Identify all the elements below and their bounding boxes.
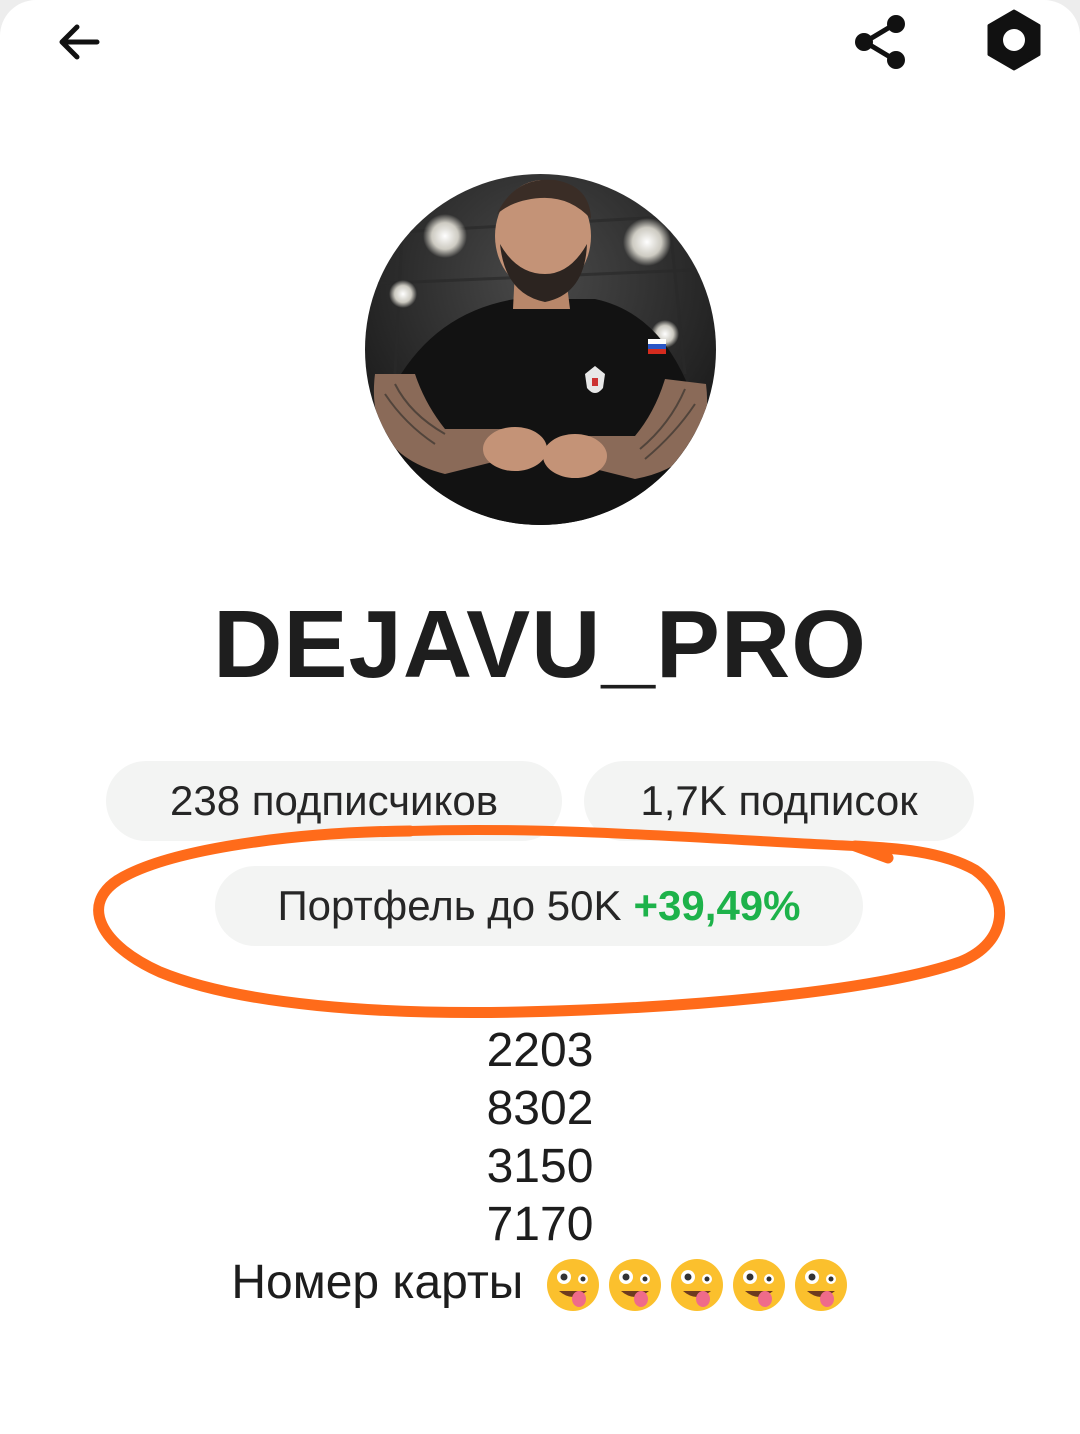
profile-username: DEJAVU_PRO	[213, 591, 867, 698]
settings-button[interactable]	[974, 0, 1054, 80]
bio-card-line: Номер карты	[0, 1254, 1080, 1313]
following-label: 1,7K подписок	[640, 777, 918, 824]
portfolio-gain: +39,49%	[633, 882, 801, 929]
card-number-label: Номер карты	[231, 1256, 524, 1309]
emoji-row	[545, 1257, 849, 1313]
zany-face-emoji-icon	[670, 1259, 723, 1312]
zany-face-emoji-icon	[732, 1259, 785, 1312]
avatar[interactable]	[365, 174, 716, 525]
bio-line: 2203	[486, 1024, 594, 1077]
profile-bio: 2203 8302 3150 7170 Номер карты	[0, 1022, 1080, 1313]
portfolio-chip[interactable]: Портфель до 50K +39,49%	[215, 866, 863, 946]
hexagon-settings-icon	[987, 9, 1041, 71]
profile-screen: DEJAVU_PRO 238 подписчиков 1,7K подписок…	[0, 0, 1080, 1434]
followers-count-chip[interactable]: 238 подписчиков	[106, 761, 562, 841]
back-button[interactable]	[40, 4, 116, 80]
bio-line: 7170	[486, 1198, 594, 1251]
zany-face-emoji-icon	[794, 1259, 847, 1312]
portfolio-label: Портфель до 50K	[277, 882, 622, 929]
share-icon	[855, 15, 905, 69]
arrow-left-icon	[59, 24, 100, 60]
zany-face-emoji-icon	[546, 1259, 599, 1312]
zany-face-emoji-icon	[608, 1259, 661, 1312]
followers-label: 238 подписчиков	[169, 777, 499, 824]
following-count-chip[interactable]: 1,7K подписок	[584, 761, 974, 841]
avatar-photo	[365, 174, 716, 525]
bio-line: 8302	[486, 1082, 594, 1135]
bio-line: 3150	[486, 1140, 594, 1193]
share-button[interactable]	[840, 4, 920, 80]
